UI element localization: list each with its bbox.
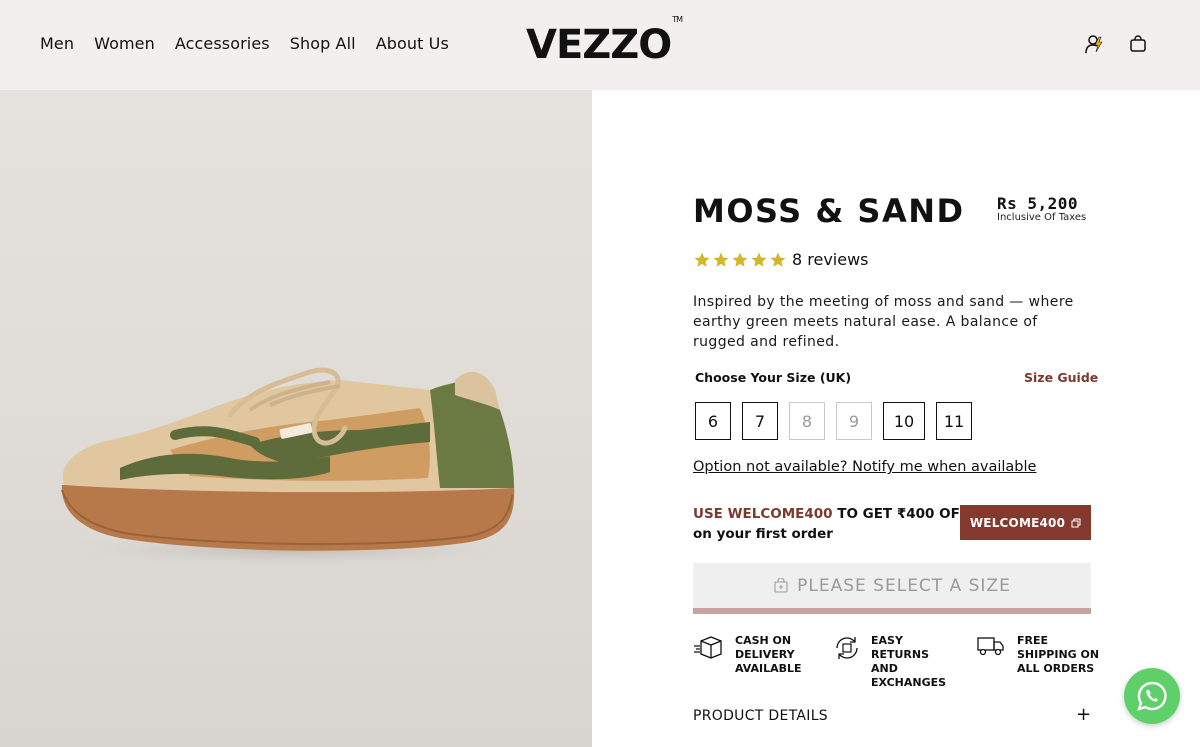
size-option-6[interactable]: 6 xyxy=(695,402,731,440)
star-icon xyxy=(732,252,748,267)
star-icon xyxy=(770,252,786,267)
product-details-heading[interactable]: PRODUCT DETAILS xyxy=(693,708,828,724)
feature-shipping: FREE SHIPPING ON ALL ORDERS xyxy=(975,634,1103,676)
promo-line-2: on your first order xyxy=(693,526,833,542)
feature-shipping-text: FREE SHIPPING ON ALL ORDERS xyxy=(1017,634,1100,675)
product-rating[interactable]: 8 reviews xyxy=(693,250,869,269)
product-price: Rs 5,200 xyxy=(997,194,1079,213)
tax-note: Inclusive Of Taxes xyxy=(997,212,1087,223)
nav-accessories[interactable]: Accessories xyxy=(175,34,270,53)
nav-men[interactable]: Men xyxy=(40,34,74,53)
feature-cod: CASH ON DELIVERY AVAILABLE xyxy=(693,634,821,676)
cta-underline xyxy=(693,608,1091,614)
promo-text: USE WELCOME400 TO GET ₹400 OFF on your f… xyxy=(693,504,969,544)
brand-name: VEZZO xyxy=(526,22,672,68)
size-selector: 6 7 8 9 10 11 xyxy=(695,402,983,440)
size-guide-link[interactable]: Size Guide xyxy=(1024,370,1098,385)
product-description: Inspired by the meeting of moss and sand… xyxy=(693,294,1074,350)
product-title: MOSS & SAND xyxy=(693,192,965,230)
bag-plus-icon xyxy=(774,577,788,593)
product-image[interactable] xyxy=(0,90,592,747)
box-icon xyxy=(694,636,722,659)
copy-icon xyxy=(1071,518,1081,527)
nav-about-us[interactable]: About Us xyxy=(376,34,449,53)
notify-link[interactable]: Option not available? Notify me when ava… xyxy=(693,459,1036,475)
size-option-8[interactable]: 8 xyxy=(789,402,825,440)
star-icon xyxy=(694,252,710,267)
feature-returns: EASY RETURNS AND EXCHANGES xyxy=(833,634,957,690)
bag-icon[interactable] xyxy=(1127,32,1149,56)
star-icon xyxy=(713,252,729,267)
copy-code-label: WELCOME400 xyxy=(969,515,1066,530)
user-icon[interactable] xyxy=(1084,32,1106,56)
cta-label: PLEASE SELECT A SIZE xyxy=(797,575,1011,596)
size-option-10[interactable]: 10 xyxy=(883,402,925,440)
feature-returns-text: EASY RETURNS AND EXCHANGES xyxy=(871,634,947,689)
size-option-7[interactable]: 7 xyxy=(742,402,778,440)
brand-logo[interactable]: VEZZOTM xyxy=(526,15,683,68)
promo-prefix: USE xyxy=(693,506,728,522)
returns-icon xyxy=(836,637,858,659)
whatsapp-icon xyxy=(1137,681,1167,711)
nav-women[interactable]: Women xyxy=(94,34,155,53)
star-icon xyxy=(751,252,767,267)
sneaker-image xyxy=(40,367,540,568)
add-to-cart-button[interactable]: PLEASE SELECT A SIZE xyxy=(693,563,1091,608)
promo-suffix: TO GET ₹400 OFF xyxy=(832,506,970,522)
nav-shop-all[interactable]: Shop All xyxy=(290,34,356,53)
star-rating xyxy=(693,251,787,269)
copy-code-button[interactable]: WELCOME400 xyxy=(960,505,1091,540)
review-count[interactable]: 8 reviews xyxy=(792,250,869,269)
size-option-9[interactable]: 9 xyxy=(836,402,872,440)
site-header: Men Women Accessories Shop All About Us … xyxy=(0,0,1200,90)
main-nav: Men Women Accessories Shop All About Us xyxy=(40,34,469,53)
whatsapp-button[interactable] xyxy=(1124,668,1180,724)
feature-cod-text: CASH ON DELIVERY AVAILABLE xyxy=(735,634,802,675)
size-option-11[interactable]: 11 xyxy=(936,402,972,440)
size-label: Choose Your Size (UK) xyxy=(695,370,852,385)
promo-code: WELCOME400 xyxy=(727,506,833,522)
expand-details-icon[interactable]: + xyxy=(1076,704,1091,725)
trademark: TM xyxy=(672,14,683,24)
truck-icon xyxy=(977,637,1004,656)
promo-line-1: USE WELCOME400 TO GET ₹400 OFF xyxy=(693,504,969,524)
